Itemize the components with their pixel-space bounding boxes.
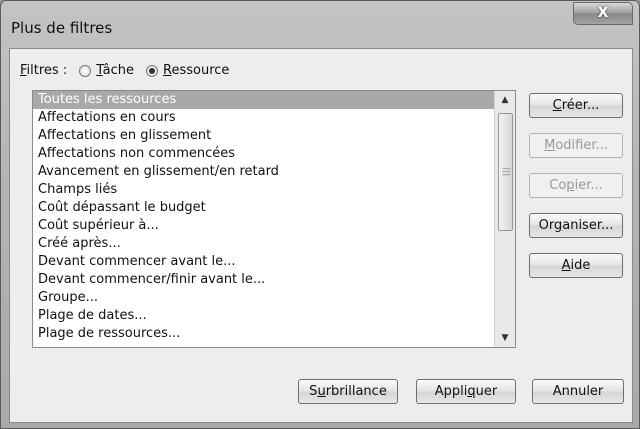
filter-list-item[interactable]: Toutes les ressources (33, 91, 495, 109)
filter-list-item[interactable]: Groupe... (33, 289, 495, 307)
scroll-thumb[interactable]: — — — (498, 113, 513, 231)
filter-list-item[interactable]: Champs liés (33, 181, 495, 199)
radio-tache-label: Tâche (96, 63, 135, 78)
close-button[interactable]: X (573, 2, 633, 25)
radio-ressource-label: Ressource (163, 63, 230, 78)
grip-icon: — — — (502, 164, 511, 180)
list-scrollbar[interactable]: ▲ — — — ▼ (494, 91, 515, 347)
modifier-button[interactable]: Modifier... (529, 133, 623, 158)
dialog-window: Plus de filtres X Filtres : Tâche Ressou… (0, 0, 640, 429)
radio-ressource[interactable]: Ressource (146, 63, 229, 78)
filtres-label: Filtres : (20, 63, 68, 78)
creer-button[interactable]: Créer... (529, 93, 623, 118)
filter-list-item[interactable]: Affectations en glissement (33, 127, 495, 145)
radio-ressource-indicator[interactable] (146, 64, 159, 77)
filter-list-item[interactable]: Affectations non commencées (33, 145, 495, 163)
copier-button[interactable]: Copier... (529, 173, 623, 198)
filter-list-item[interactable]: Devant commencer/finir avant le... (33, 271, 495, 289)
filter-list-item[interactable]: Créé après... (33, 235, 495, 253)
annuler-button[interactable]: Annuler (532, 379, 624, 404)
filter-list-item[interactable]: Plage de ressources... (33, 325, 495, 343)
organiser-button[interactable]: Organiser... (529, 213, 623, 238)
radio-tache[interactable]: Tâche (79, 63, 134, 78)
dialog-title: Plus de filtres (11, 19, 113, 37)
scroll-down-arrow-icon[interactable]: ▼ (495, 329, 515, 347)
appliquer-button[interactable]: Appliquer (416, 379, 516, 404)
scroll-up-arrow-icon[interactable]: ▲ (495, 91, 515, 109)
filter-list-item[interactable]: Coût supérieur à... (33, 217, 495, 235)
surbrillance-button[interactable]: Surbrillance (298, 379, 398, 404)
radio-tache-indicator[interactable] (79, 64, 92, 77)
dialog-body: Filtres : Tâche Ressource Toutes les res… (9, 48, 633, 423)
filter-list-item[interactable]: Plage de dates... (33, 307, 495, 325)
filters-list: Toutes les ressources Affectations en cou… (33, 91, 495, 343)
filter-list-item[interactable]: Affectations en cours (33, 109, 495, 127)
filters-listbox[interactable]: Toutes les ressources Affectations en cou… (32, 90, 516, 348)
filter-type-row: Filtres : Tâche Ressource (20, 63, 229, 78)
filter-list-item[interactable]: Avancement en glissement/en retard (33, 163, 495, 181)
filter-list-item[interactable]: Devant commencer avant le... (33, 253, 495, 271)
filter-list-item[interactable]: Coût dépassant le budget (33, 199, 495, 217)
aide-button[interactable]: Aide (529, 253, 623, 278)
